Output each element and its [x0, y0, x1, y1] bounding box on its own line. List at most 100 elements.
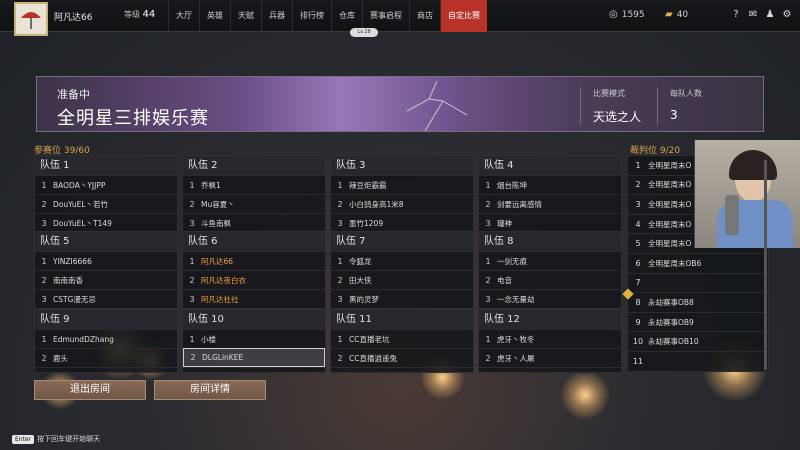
- nav-item-custom-match[interactable]: 自定比赛: [440, 0, 487, 32]
- team-slot[interactable]: 3 CSTG漫无忌: [35, 289, 177, 308]
- nav-item-shop[interactable]: 商店: [409, 0, 440, 32]
- player-name: DouYuEL丶T149: [53, 218, 112, 228]
- referee-slot[interactable]: 10 永劫赛事OB10: [628, 332, 768, 352]
- team-slot[interactable]: 2 南南南香: [35, 270, 177, 289]
- referee-slot[interactable]: 7: [628, 274, 768, 294]
- player-name: EdmundDZhang: [53, 334, 114, 344]
- team-slot[interactable]: 1 BAODA丶YJJPP: [35, 175, 177, 194]
- player-name: 乔枫1: [201, 180, 221, 190]
- team-slot[interactable]: 2 阿凡达夜白衣: [183, 270, 325, 289]
- referee-slot[interactable]: 11: [628, 352, 768, 372]
- team-slot[interactable]: 2 小白鸽身高1米8: [331, 194, 473, 213]
- team-slot[interactable]: 3 一念无量劫: [479, 289, 621, 308]
- referee-slot[interactable]: 6 全明星周末OB6: [628, 254, 768, 274]
- level-badge: Lv.28: [350, 28, 378, 37]
- team-slot[interactable]: 2 DLGLinKEE: [183, 348, 325, 367]
- team-slot[interactable]: 3 墨竹1209: [331, 213, 473, 232]
- team-slot[interactable]: 2 鹿头: [35, 348, 177, 367]
- slot-number: 2: [337, 275, 343, 285]
- player-name: BAODA丶YJJPP: [53, 180, 106, 190]
- team-slot[interactable]: 3 黑的灵梦: [331, 289, 473, 308]
- team-slot[interactable]: 2 DouYuEL丶若竹: [35, 194, 177, 213]
- team-slot[interactable]: 3 瓏神: [479, 213, 621, 232]
- team-name: 队伍 3: [331, 156, 473, 175]
- slot-number: 10: [632, 337, 644, 347]
- team-name: 队伍 10: [183, 310, 325, 329]
- referee-slot[interactable]: 8 永劫赛事OB8: [622, 288, 768, 313]
- team-slot[interactable]: 2 电音: [479, 270, 621, 289]
- team-name: 队伍 12: [479, 310, 621, 329]
- team-slot[interactable]: 1 小楼: [183, 329, 325, 348]
- team-slot[interactable]: 1 EdmundDZhang: [35, 329, 177, 348]
- team-slot[interactable]: 1 CC直播老坑: [331, 329, 473, 348]
- team-slot[interactable]: 2 Mu容夏丶: [183, 194, 325, 213]
- team-slot[interactable]: 3 阿凡达社社: [183, 289, 325, 308]
- gear-icon[interactable]: ⚙: [781, 9, 793, 21]
- slot-number: 5: [635, 239, 641, 249]
- team-card: 队伍 6 1 阿凡达66 2 阿凡达夜白衣 3 阿凡达社社: [182, 231, 326, 309]
- nav-item-heroes[interactable]: 英雄: [199, 0, 230, 32]
- team-slot[interactable]: 3: [479, 367, 621, 372]
- chat-hint[interactable]: Enter 按下回车键开始聊天: [12, 434, 100, 444]
- slot-number: 1: [41, 180, 47, 190]
- team-size-value: 3: [670, 108, 678, 122]
- team-slot[interactable]: 1 虎牙丶牧冬: [479, 329, 621, 348]
- currency-gold: ▰ 40: [665, 9, 689, 20]
- team-slot[interactable]: 2 虎牙丶人屠: [479, 348, 621, 367]
- team-slot[interactable]: 1 阿凡达66: [183, 251, 325, 270]
- slot-number: 3: [337, 218, 343, 228]
- slot-number: 2: [41, 199, 47, 209]
- match-banner: 准备中 全明星三排娱乐赛 比赛模式 天选之人 每队人数 3: [36, 76, 764, 132]
- slot-number: 1: [485, 180, 491, 190]
- team-slot[interactable]: 1 乔枫1: [183, 175, 325, 194]
- referee-name: 永劫赛事OB9: [648, 317, 694, 327]
- friends-icon[interactable]: ♟: [764, 9, 776, 21]
- top-bar: 阿凡达66 等级 44 大厅 英雄 天赋 兵器 排行榜 仓库 赛事启程 商店 自…: [0, 0, 800, 37]
- team-slot[interactable]: 1 辣豆炬霸霸: [331, 175, 473, 194]
- nav-item-lobby[interactable]: 大厅: [168, 0, 199, 32]
- slot-number: 3: [183, 373, 201, 374]
- team-size-label: 每队人数: [670, 89, 702, 98]
- avatar[interactable]: [14, 2, 48, 36]
- team-slot[interactable]: 3 斗鱼南枫: [183, 213, 325, 232]
- scrollbar[interactable]: [764, 160, 767, 370]
- team-slot[interactable]: 2 剑要远离感情: [479, 194, 621, 213]
- slot-number: 8: [635, 297, 641, 307]
- slot-number: 3: [337, 294, 343, 304]
- team-slot[interactable]: 3: [183, 367, 325, 374]
- team-slot[interactable]: 1 令狐龙: [331, 251, 473, 270]
- match-status: 准备中: [57, 88, 90, 101]
- team-slot[interactable]: 1 烟台陈坤: [479, 175, 621, 194]
- mail-icon[interactable]: ✉: [747, 9, 759, 21]
- player-name: 虎牙丶人屠: [497, 353, 535, 363]
- exit-room-button[interactable]: 退出房间: [34, 380, 146, 400]
- background-light: [560, 370, 610, 420]
- nav-item-leaderboard[interactable]: 排行榜: [292, 0, 331, 32]
- team-card: 队伍 2 1 乔枫1 2 Mu容夏丶 3 斗鱼南枫: [182, 155, 326, 233]
- slot-number: 2: [41, 353, 47, 363]
- team-slot[interactable]: 2 田大侠: [331, 270, 473, 289]
- slot-number: 11: [632, 356, 644, 366]
- slot-number: 1: [337, 180, 343, 190]
- team-slot[interactable]: 3 DouYuEL丶T149: [35, 213, 177, 232]
- team-name: 队伍 8: [479, 232, 621, 251]
- team-slot[interactable]: 1 一剑无痕: [479, 251, 621, 270]
- referee-slot[interactable]: 9 永劫赛事OB9: [628, 313, 768, 333]
- help-icon[interactable]: ?: [730, 9, 742, 21]
- slot-number: 1: [189, 334, 195, 344]
- username: 阿凡达66: [54, 13, 93, 23]
- team-slot[interactable]: 3: [331, 367, 473, 372]
- currency-coins: ◎ 1595: [609, 9, 645, 20]
- slot-number: 3: [35, 373, 53, 374]
- team-slot[interactable]: 3: [35, 367, 177, 374]
- team-name: 队伍 1: [35, 156, 177, 175]
- room-details-button[interactable]: 房间详情: [154, 380, 266, 400]
- nav-item-talents[interactable]: 天赋: [230, 0, 261, 32]
- nav-item-weapons[interactable]: 兵器: [261, 0, 292, 32]
- team-slot[interactable]: 2 CC直播逍遥兔: [331, 348, 473, 367]
- slot-number: 3: [189, 294, 195, 304]
- player-name: 辣豆炬霸霸: [349, 180, 387, 190]
- team-name: 队伍 7: [331, 232, 473, 251]
- team-slot[interactable]: 1 YINZI6666: [35, 251, 177, 270]
- player-name: DouYuEL丶若竹: [53, 199, 109, 209]
